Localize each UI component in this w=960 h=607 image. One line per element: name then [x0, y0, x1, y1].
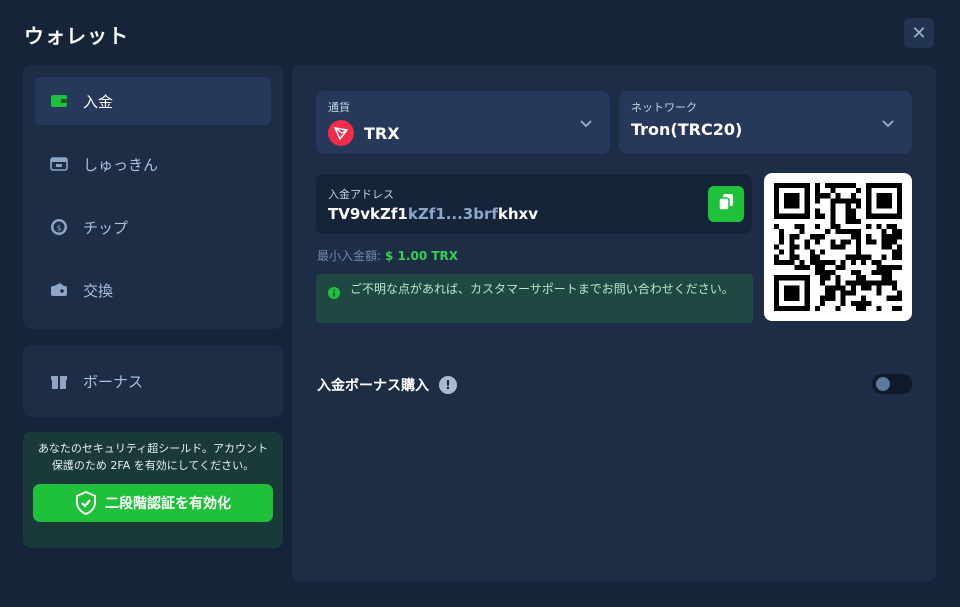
copy-address-button[interactable]	[708, 186, 744, 222]
nav-item-label: 交換	[83, 281, 114, 300]
currency-value: TRX	[364, 123, 400, 143]
nav-item-label: ボーナス	[83, 372, 144, 391]
close-button[interactable]: ✕	[904, 18, 934, 48]
coin-icon: $	[49, 217, 69, 237]
gift-icon	[49, 371, 69, 391]
nav-item-deposit[interactable]: 入金	[35, 77, 271, 125]
bonus-purchase-label: 入金ボーナス購入	[317, 378, 429, 394]
svg-text:$: $	[56, 224, 61, 233]
close-icon: ✕	[911, 22, 927, 44]
address-middle: kZf1...3brf	[407, 205, 498, 223]
enable-2fa-label: 二段階認証を有効化	[105, 496, 231, 512]
nav-item-label: しゅっきん	[83, 155, 159, 174]
nav-item-exchange[interactable]: 交換	[35, 266, 271, 314]
nav-item-bonus[interactable]: ボーナス	[35, 357, 271, 405]
min-deposit-amount: $ 1.00 TRX	[385, 249, 459, 263]
info-icon[interactable]: !	[439, 376, 457, 394]
min-deposit-label: 最小入金額:	[317, 249, 382, 263]
address-start: TV9vkZf1	[328, 205, 408, 223]
nav-item-tip[interactable]: $ チップ	[35, 203, 271, 251]
bonus-purchase-row: 入金ボーナス購入 !	[317, 375, 457, 395]
enable-2fa-button[interactable]: 二段階認証を有効化	[33, 484, 273, 522]
chevron-down-icon	[580, 113, 592, 132]
shield-check-icon	[75, 491, 97, 515]
deposit-qr-code	[764, 173, 912, 321]
network-select[interactable]: ネットワーク Tron(TRC20)	[619, 91, 912, 154]
info-icon	[328, 284, 340, 303]
support-notice: ご不明な点があれば、カスタマーサポートまでお問い合わせください。	[316, 274, 753, 323]
wallet-nav: 入金 しゅっきん $ チップ 交換	[23, 65, 283, 329]
address-end: khxv	[497, 205, 538, 223]
copy-icon	[718, 193, 734, 215]
nav-item-withdraw[interactable]: しゅっきん	[35, 140, 271, 188]
exchange-icon	[49, 280, 69, 300]
deposit-panel: 通貨 TRX ネットワーク Tron(TRC20) 入金アドレス TV9vkZf…	[292, 65, 936, 581]
network-label: ネットワーク	[631, 101, 697, 114]
deposit-address-label: 入金アドレス	[328, 188, 394, 201]
bonus-purchase-toggle[interactable]	[872, 374, 912, 394]
chevron-down-icon	[882, 113, 894, 132]
wallet-title: ウォレット	[24, 24, 129, 48]
deposit-address[interactable]: TV9vkZf1kZf1...3brfkhxv	[328, 205, 740, 223]
min-deposit: 最小入金額: $ 1.00 TRX	[317, 247, 458, 264]
wallet-icon	[49, 91, 69, 111]
nav-item-label: チップ	[83, 218, 129, 237]
support-notice-text: ご不明な点があれば、カスタマーサポートまでお問い合わせください。	[350, 282, 734, 296]
deposit-address-box: 入金アドレス TV9vkZf1kZf1...3brfkhxv	[316, 174, 752, 234]
currency-label: 通貨	[328, 101, 350, 114]
currency-select[interactable]: 通貨 TRX	[316, 91, 610, 154]
trx-icon	[328, 120, 354, 146]
withdraw-icon	[49, 154, 69, 174]
bonus-panel: ボーナス	[23, 345, 283, 417]
security-panel: あなたのセキュリティ超シールド。アカウント保護のため 2FA を有効にしてくださ…	[23, 432, 283, 548]
nav-item-label: 入金	[83, 92, 114, 111]
network-value: Tron(TRC20)	[631, 120, 743, 139]
toggle-knob	[876, 377, 890, 391]
security-text: あなたのセキュリティ超シールド。アカウント保護のため 2FA を有効にしてくださ…	[37, 442, 269, 472]
